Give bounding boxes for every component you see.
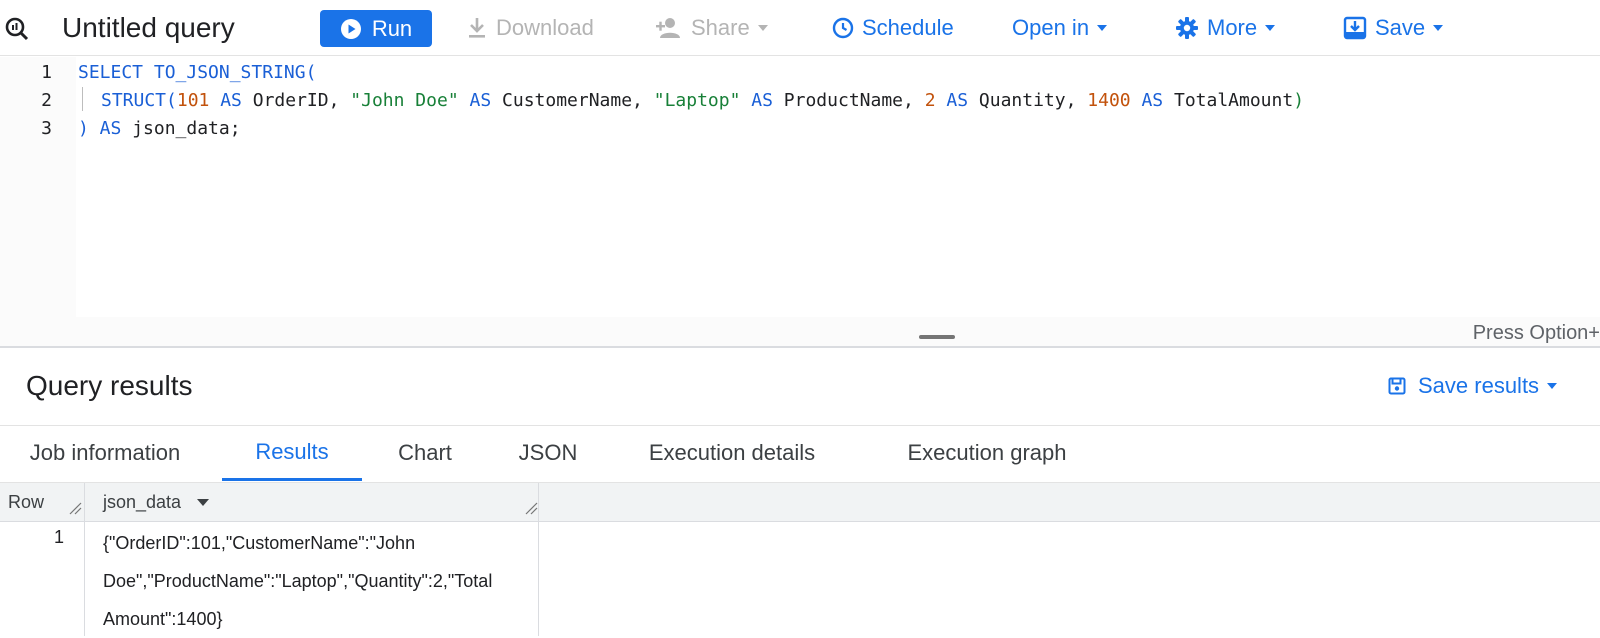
code-token: 2 — [924, 90, 936, 111]
code-line[interactable]: STRUCT(101 AS OrderID, "John Doe" AS Cus… — [101, 90, 1304, 111]
chevron-down-icon — [1547, 383, 1558, 389]
code-token: TotalAmount — [1173, 90, 1294, 111]
download-label: Download — [496, 15, 594, 40]
column-separator — [538, 483, 539, 636]
code-token: OrderID, — [252, 90, 351, 111]
column-resize-icon[interactable] — [524, 501, 538, 515]
floppy-disk-icon — [1388, 377, 1406, 395]
cell-text-line: {"OrderID":101,"CustomerName":"John — [103, 533, 416, 553]
query-title[interactable]: Untitled query — [62, 10, 235, 46]
code-token: AS — [740, 90, 784, 111]
save-results-button[interactable]: Save results — [1388, 370, 1558, 402]
line-number: 3 — [41, 118, 52, 139]
column-header-label: json_data — [103, 491, 182, 512]
chevron-down-icon — [1265, 25, 1276, 31]
tab-json[interactable]: JSON — [507, 425, 589, 481]
tab-chart[interactable]: Chart — [380, 425, 470, 481]
save-label: Save — [1375, 15, 1426, 40]
tab-results[interactable]: Results — [222, 425, 362, 481]
sort-menu-icon[interactable] — [197, 498, 210, 506]
column-header-row: Row — [8, 491, 45, 512]
download-icon — [469, 18, 485, 38]
code-token: "Laptop" — [653, 90, 741, 111]
column-separator — [84, 483, 85, 636]
line-number: 2 — [41, 90, 52, 111]
line-number-gutter: 1 2 3 — [0, 57, 76, 317]
code-token: AS — [935, 90, 979, 111]
bigquery-logo-icon — [4, 16, 30, 47]
cell-text-line: Amount":1400} — [103, 609, 223, 629]
code-token: AS — [209, 90, 253, 111]
code-token: SELECT TO_JSON_STRING( — [78, 62, 317, 83]
code-token: STRUCT( — [101, 90, 177, 111]
column-resize-icon[interactable] — [68, 501, 82, 515]
chevron-down-icon — [1433, 25, 1444, 31]
save-button[interactable]: Save — [1343, 10, 1444, 46]
code-token: 101 — [176, 90, 210, 111]
share-label: Share — [691, 15, 750, 40]
chevron-down-icon — [757, 25, 768, 31]
line-number: 1 — [41, 62, 52, 83]
results-title: Query results — [26, 370, 193, 401]
code-token: 1400 — [1087, 90, 1131, 111]
more-label: More — [1207, 15, 1258, 40]
gear-icon — [1176, 17, 1198, 39]
run-button[interactable]: Run — [320, 10, 432, 47]
play-icon — [340, 18, 361, 39]
save-tray-icon — [1343, 16, 1367, 40]
chevron-down-icon — [1097, 25, 1108, 31]
open-in-label: Open in — [1012, 15, 1090, 40]
share-person-icon — [656, 18, 680, 38]
more-button[interactable]: More — [1175, 10, 1276, 46]
code-token: json_data; — [132, 118, 241, 139]
save-results-label: Save results — [1418, 373, 1540, 398]
code-token: ) — [1293, 90, 1305, 111]
code-token: AS — [458, 90, 503, 111]
download-button[interactable]: Download — [466, 10, 594, 46]
resize-handle[interactable] — [919, 335, 955, 339]
code-token: ) AS — [78, 118, 133, 139]
tab-execution-details[interactable]: Execution details — [632, 425, 832, 481]
code-token: "John Doe" — [350, 90, 459, 111]
run-label: Run — [371, 15, 413, 41]
tab-execution-graph[interactable]: Execution graph — [880, 425, 1094, 481]
open-in-button[interactable]: Open in — [1012, 10, 1108, 46]
code-token: ProductName, — [783, 90, 925, 111]
schedule-label: Schedule — [862, 15, 954, 40]
clock-icon — [832, 17, 854, 39]
column-header-json-data[interactable]: json_data — [103, 483, 210, 521]
code-token: Quantity, — [978, 90, 1088, 111]
sql-editor[interactable]: 1 2 3 SELECT TO_JSON_STRING( STRUCT(101 … — [0, 57, 1600, 347]
cell-text-line: Doe","ProductName":"Laptop","Quantity":2… — [103, 571, 493, 591]
code-line[interactable]: SELECT TO_JSON_STRING( — [78, 62, 316, 83]
query-toolbar: Untitled query Run Download Share Schedu… — [0, 0, 1600, 56]
tab-job-information[interactable]: Job information — [0, 425, 210, 481]
schedule-button[interactable]: Schedule — [832, 10, 954, 46]
indent-guide — [82, 87, 83, 111]
table-cell-json-data[interactable]: {"OrderID":101,"CustomerName":"John Doe"… — [103, 524, 503, 638]
keyboard-hint: Press Option+ — [1472, 322, 1600, 344]
code-token: CustomerName, — [502, 90, 654, 111]
code-token: AS — [1130, 90, 1174, 111]
code-line[interactable]: ) AS json_data; — [78, 118, 241, 139]
pane-divider[interactable] — [0, 346, 1600, 348]
row-number: 1 — [53, 527, 64, 547]
results-table-header: Row json_data — [0, 483, 1600, 522]
share-button[interactable]: Share — [655, 10, 768, 46]
